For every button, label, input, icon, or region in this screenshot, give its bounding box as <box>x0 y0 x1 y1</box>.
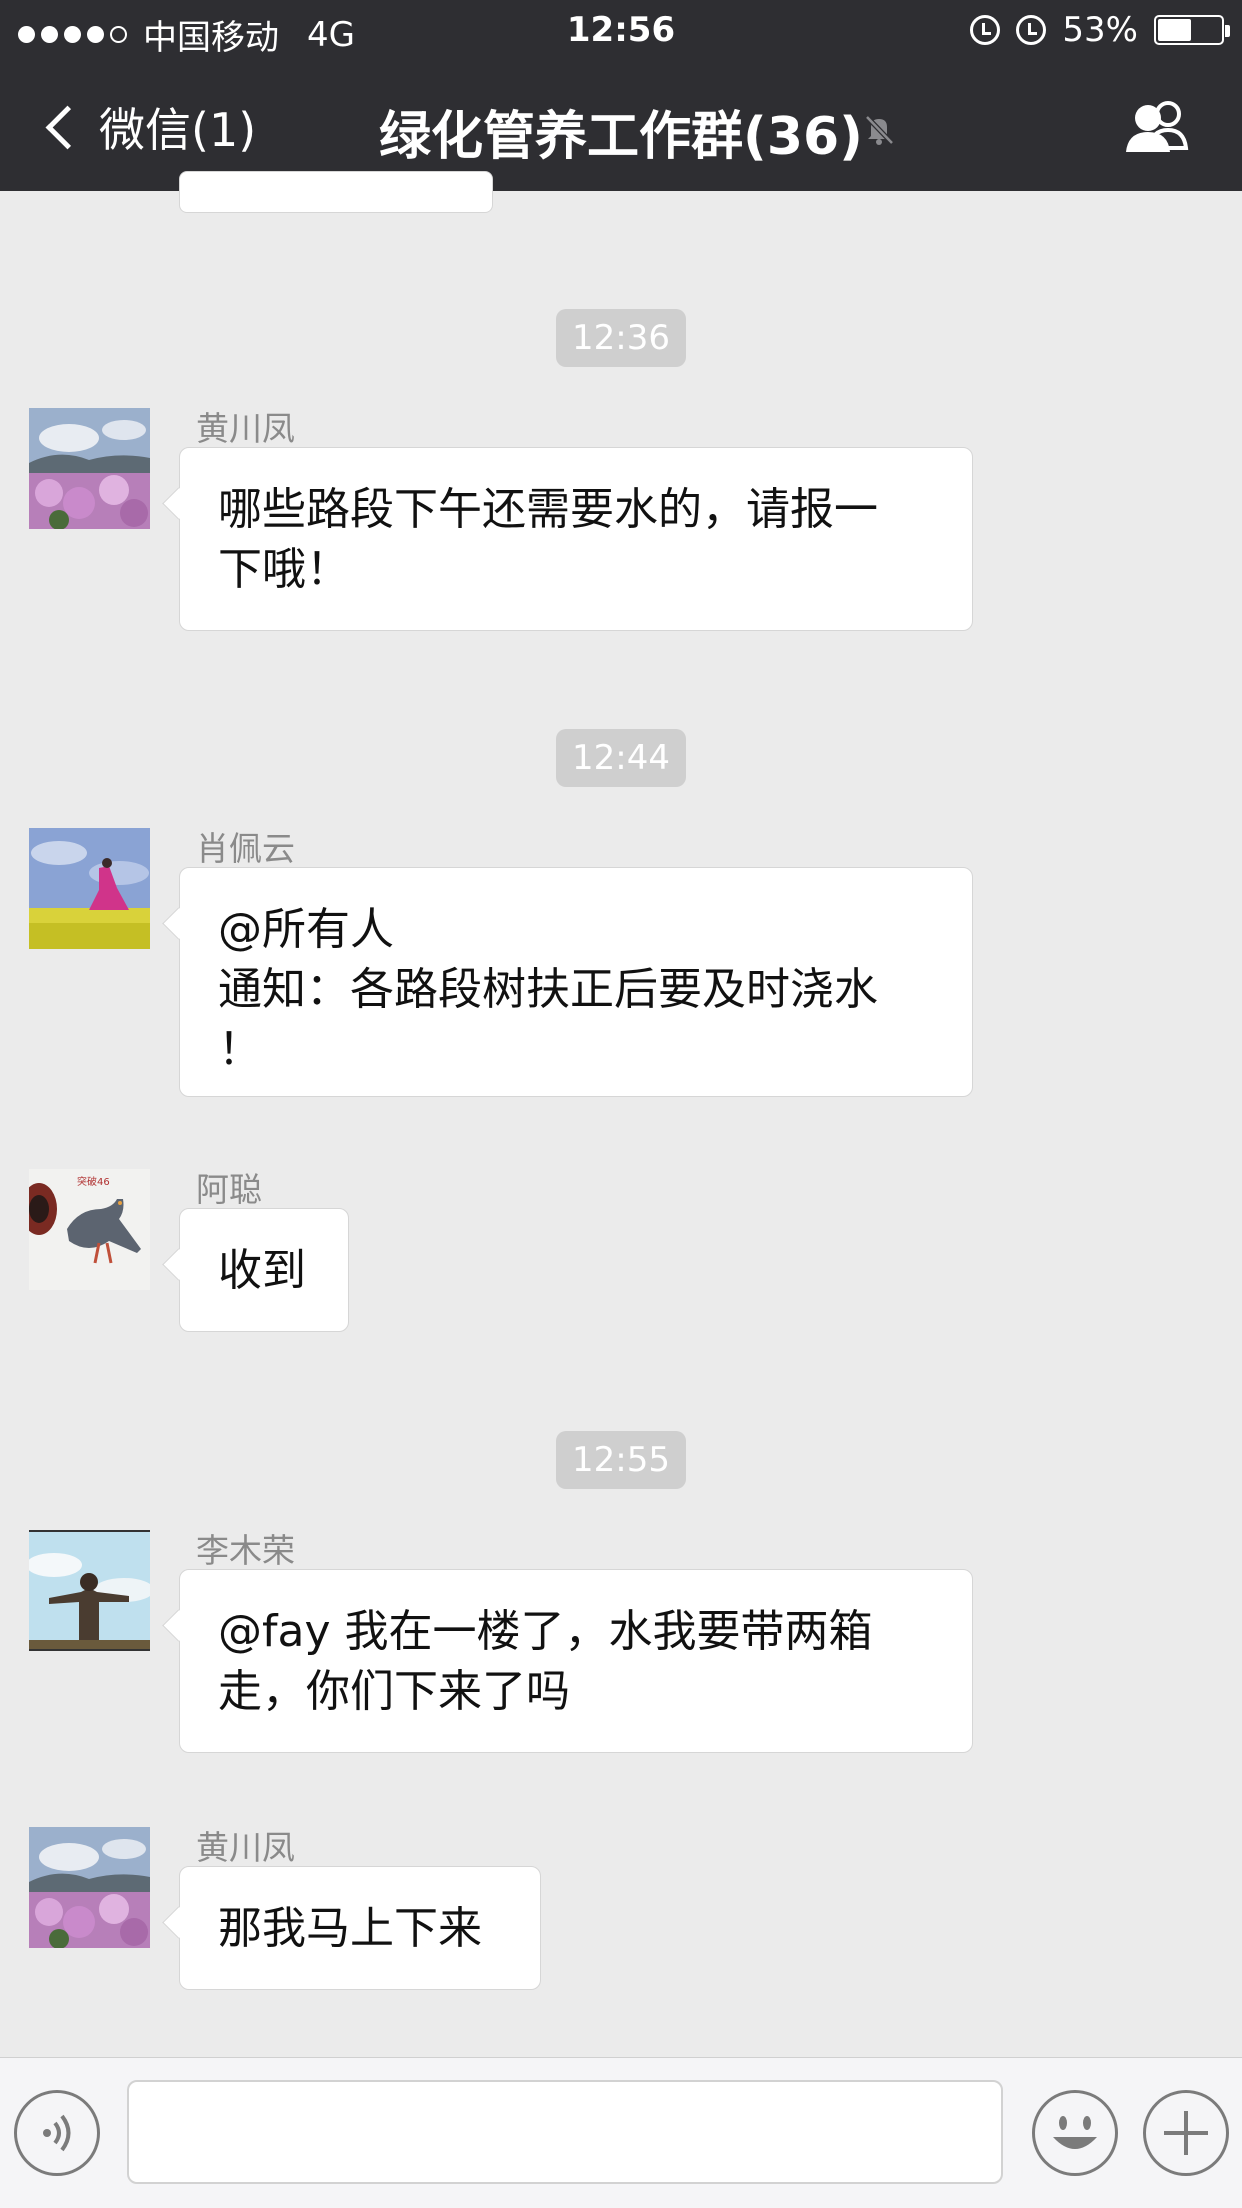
sender-name: 阿聪 <box>196 1170 262 1209</box>
group-members-icon[interactable] <box>1122 98 1192 154</box>
voice-input-button[interactable] <box>14 2090 100 2176</box>
plus-icon <box>1164 2111 1208 2155</box>
previous-message-bubble[interactable] <box>179 171 493 213</box>
message-bubble[interactable]: @fay 我在一楼了，水我要带两箱 走，你们下来了吗 <box>179 1569 973 1753</box>
avatar[interactable] <box>29 1530 150 1651</box>
voice-input-icon <box>43 2114 71 2152</box>
message-input-bar <box>0 2057 1242 2208</box>
status-bar: 中国移动 4G 12:56 53% <box>0 0 1242 62</box>
chat-title: 绿化管养工作群(36) <box>379 107 863 167</box>
sender-name: 肖佩云 <box>196 829 295 868</box>
timestamp-divider: 12:55 <box>0 1431 1242 1489</box>
sender-name: 黄川凤 <box>196 1828 295 1867</box>
avatar[interactable] <box>29 828 150 949</box>
sender-name: 李木荣 <box>196 1531 295 1570</box>
message-bubble[interactable]: 那我马上下来 <box>179 1866 541 1990</box>
message-text-input[interactable] <box>127 2080 1003 2184</box>
message-bubble[interactable]: 收到 <box>179 1208 349 1332</box>
sender-name: 黄川凤 <box>196 409 295 448</box>
avatar[interactable]: 突破46 <box>29 1169 150 1290</box>
svg-text:突破46: 突破46 <box>77 1175 110 1188</box>
timestamp-divider: 12:44 <box>0 729 1242 787</box>
rotation-lock-icon <box>970 15 1001 45</box>
emoji-icon <box>1053 2116 1097 2149</box>
alarm-icon <box>1016 15 1047 45</box>
message-bubble[interactable]: @所有人 通知：各路段树扶正后要及时浇水 ！ <box>179 867 973 1097</box>
battery-percent: 53% <box>1062 10 1138 50</box>
battery-icon <box>1154 15 1230 45</box>
battery-fill <box>1158 19 1191 41</box>
chat-message-list[interactable]: 12:36 黄川凤 哪些路段下午还需要水的，请报一 下哦！ 12:44 肖佩云 … <box>0 171 1242 2057</box>
bell-slash-icon <box>865 115 894 145</box>
message-bubble[interactable]: 哪些路段下午还需要水的，请报一 下哦！ <box>179 447 973 631</box>
timestamp-divider: 12:36 <box>0 309 1242 367</box>
avatar[interactable] <box>29 1827 150 1948</box>
more-actions-button[interactable] <box>1143 2090 1229 2176</box>
emoji-button[interactable] <box>1032 2090 1118 2176</box>
avatar[interactable] <box>29 408 150 529</box>
